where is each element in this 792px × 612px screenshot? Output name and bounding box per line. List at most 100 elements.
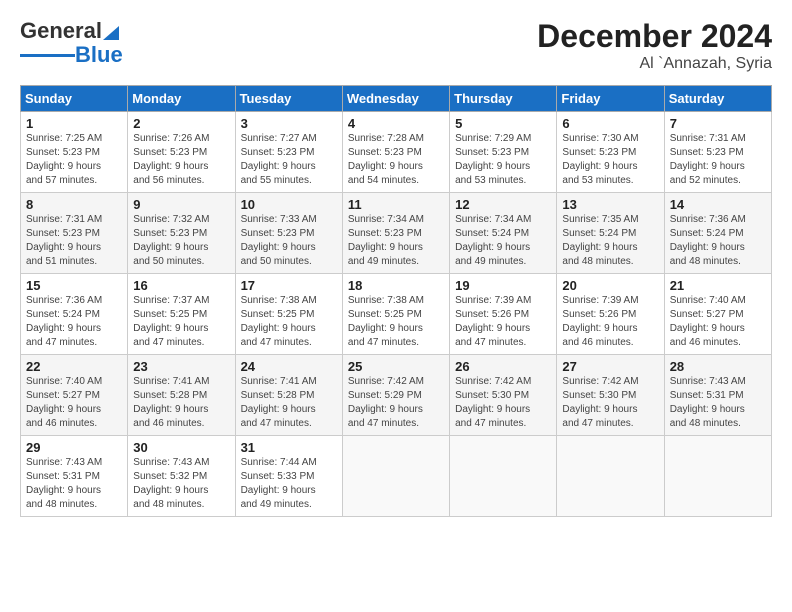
day-info: Sunrise: 7:30 AM Sunset: 5:23 PM Dayligh… bbox=[562, 132, 659, 188]
day-cell: 22Sunrise: 7:40 AM Sunset: 5:27 PM Dayli… bbox=[21, 355, 128, 436]
day-info: Sunrise: 7:33 AM Sunset: 5:23 PM Dayligh… bbox=[241, 213, 338, 269]
day-cell: 21Sunrise: 7:40 AM Sunset: 5:27 PM Dayli… bbox=[664, 274, 771, 355]
day-number: 6 bbox=[562, 116, 659, 131]
day-number: 4 bbox=[348, 116, 445, 131]
day-cell: 31Sunrise: 7:44 AM Sunset: 5:33 PM Dayli… bbox=[235, 436, 342, 517]
day-info: Sunrise: 7:39 AM Sunset: 5:26 PM Dayligh… bbox=[455, 294, 552, 350]
day-info: Sunrise: 7:40 AM Sunset: 5:27 PM Dayligh… bbox=[26, 375, 123, 431]
calendar-title: December 2024 bbox=[537, 18, 772, 55]
day-number: 25 bbox=[348, 359, 445, 374]
day-number: 29 bbox=[26, 440, 123, 455]
day-number: 11 bbox=[348, 197, 445, 212]
day-number: 24 bbox=[241, 359, 338, 374]
day-info: Sunrise: 7:42 AM Sunset: 5:30 PM Dayligh… bbox=[455, 375, 552, 431]
day-cell: 26Sunrise: 7:42 AM Sunset: 5:30 PM Dayli… bbox=[450, 355, 557, 436]
day-cell: 19Sunrise: 7:39 AM Sunset: 5:26 PM Dayli… bbox=[450, 274, 557, 355]
col-monday: Monday bbox=[128, 86, 235, 112]
day-cell: 28Sunrise: 7:43 AM Sunset: 5:31 PM Dayli… bbox=[664, 355, 771, 436]
day-info: Sunrise: 7:41 AM Sunset: 5:28 PM Dayligh… bbox=[133, 375, 230, 431]
day-number: 19 bbox=[455, 278, 552, 293]
col-tuesday: Tuesday bbox=[235, 86, 342, 112]
day-number: 3 bbox=[241, 116, 338, 131]
day-cell: 17Sunrise: 7:38 AM Sunset: 5:25 PM Dayli… bbox=[235, 274, 342, 355]
day-cell: 24Sunrise: 7:41 AM Sunset: 5:28 PM Dayli… bbox=[235, 355, 342, 436]
day-info: Sunrise: 7:36 AM Sunset: 5:24 PM Dayligh… bbox=[26, 294, 123, 350]
day-info: Sunrise: 7:38 AM Sunset: 5:25 PM Dayligh… bbox=[241, 294, 338, 350]
day-number: 9 bbox=[133, 197, 230, 212]
day-cell: 18Sunrise: 7:38 AM Sunset: 5:25 PM Dayli… bbox=[342, 274, 449, 355]
day-cell: 23Sunrise: 7:41 AM Sunset: 5:28 PM Dayli… bbox=[128, 355, 235, 436]
day-number: 5 bbox=[455, 116, 552, 131]
day-info: Sunrise: 7:37 AM Sunset: 5:25 PM Dayligh… bbox=[133, 294, 230, 350]
day-number: 1 bbox=[26, 116, 123, 131]
day-info: Sunrise: 7:36 AM Sunset: 5:24 PM Dayligh… bbox=[670, 213, 767, 269]
day-cell: 15Sunrise: 7:36 AM Sunset: 5:24 PM Dayli… bbox=[21, 274, 128, 355]
day-cell bbox=[557, 436, 664, 517]
week-row-5: 29Sunrise: 7:43 AM Sunset: 5:31 PM Dayli… bbox=[21, 436, 772, 517]
day-cell bbox=[664, 436, 771, 517]
day-cell: 7Sunrise: 7:31 AM Sunset: 5:23 PM Daylig… bbox=[664, 112, 771, 193]
week-row-1: 1Sunrise: 7:25 AM Sunset: 5:23 PM Daylig… bbox=[21, 112, 772, 193]
day-number: 16 bbox=[133, 278, 230, 293]
day-number: 22 bbox=[26, 359, 123, 374]
day-info: Sunrise: 7:25 AM Sunset: 5:23 PM Dayligh… bbox=[26, 132, 123, 188]
day-number: 17 bbox=[241, 278, 338, 293]
day-cell: 25Sunrise: 7:42 AM Sunset: 5:29 PM Dayli… bbox=[342, 355, 449, 436]
calendar-table: Sunday Monday Tuesday Wednesday Thursday… bbox=[20, 85, 772, 517]
day-cell: 30Sunrise: 7:43 AM Sunset: 5:32 PM Dayli… bbox=[128, 436, 235, 517]
day-cell bbox=[450, 436, 557, 517]
logo-blue: Blue bbox=[75, 42, 123, 68]
day-info: Sunrise: 7:42 AM Sunset: 5:29 PM Dayligh… bbox=[348, 375, 445, 431]
day-number: 12 bbox=[455, 197, 552, 212]
col-saturday: Saturday bbox=[664, 86, 771, 112]
day-info: Sunrise: 7:34 AM Sunset: 5:23 PM Dayligh… bbox=[348, 213, 445, 269]
week-row-2: 8Sunrise: 7:31 AM Sunset: 5:23 PM Daylig… bbox=[21, 193, 772, 274]
day-info: Sunrise: 7:35 AM Sunset: 5:24 PM Dayligh… bbox=[562, 213, 659, 269]
day-info: Sunrise: 7:42 AM Sunset: 5:30 PM Dayligh… bbox=[562, 375, 659, 431]
day-info: Sunrise: 7:29 AM Sunset: 5:23 PM Dayligh… bbox=[455, 132, 552, 188]
day-info: Sunrise: 7:27 AM Sunset: 5:23 PM Dayligh… bbox=[241, 132, 338, 188]
day-info: Sunrise: 7:26 AM Sunset: 5:23 PM Dayligh… bbox=[133, 132, 230, 188]
col-friday: Friday bbox=[557, 86, 664, 112]
day-number: 21 bbox=[670, 278, 767, 293]
day-cell: 4Sunrise: 7:28 AM Sunset: 5:23 PM Daylig… bbox=[342, 112, 449, 193]
day-info: Sunrise: 7:44 AM Sunset: 5:33 PM Dayligh… bbox=[241, 456, 338, 512]
day-number: 27 bbox=[562, 359, 659, 374]
day-cell: 13Sunrise: 7:35 AM Sunset: 5:24 PM Dayli… bbox=[557, 193, 664, 274]
day-number: 18 bbox=[348, 278, 445, 293]
day-cell: 27Sunrise: 7:42 AM Sunset: 5:30 PM Dayli… bbox=[557, 355, 664, 436]
header-row: Sunday Monday Tuesday Wednesday Thursday… bbox=[21, 86, 772, 112]
day-number: 15 bbox=[26, 278, 123, 293]
day-info: Sunrise: 7:39 AM Sunset: 5:26 PM Dayligh… bbox=[562, 294, 659, 350]
day-cell: 2Sunrise: 7:26 AM Sunset: 5:23 PM Daylig… bbox=[128, 112, 235, 193]
col-sunday: Sunday bbox=[21, 86, 128, 112]
day-number: 10 bbox=[241, 197, 338, 212]
day-number: 8 bbox=[26, 197, 123, 212]
day-cell: 1Sunrise: 7:25 AM Sunset: 5:23 PM Daylig… bbox=[21, 112, 128, 193]
day-number: 28 bbox=[670, 359, 767, 374]
day-info: Sunrise: 7:31 AM Sunset: 5:23 PM Dayligh… bbox=[670, 132, 767, 188]
day-number: 23 bbox=[133, 359, 230, 374]
day-cell: 9Sunrise: 7:32 AM Sunset: 5:23 PM Daylig… bbox=[128, 193, 235, 274]
day-cell: 20Sunrise: 7:39 AM Sunset: 5:26 PM Dayli… bbox=[557, 274, 664, 355]
day-info: Sunrise: 7:43 AM Sunset: 5:31 PM Dayligh… bbox=[670, 375, 767, 431]
day-info: Sunrise: 7:43 AM Sunset: 5:31 PM Dayligh… bbox=[26, 456, 123, 512]
week-row-4: 22Sunrise: 7:40 AM Sunset: 5:27 PM Dayli… bbox=[21, 355, 772, 436]
day-info: Sunrise: 7:28 AM Sunset: 5:23 PM Dayligh… bbox=[348, 132, 445, 188]
day-info: Sunrise: 7:40 AM Sunset: 5:27 PM Dayligh… bbox=[670, 294, 767, 350]
day-cell: 6Sunrise: 7:30 AM Sunset: 5:23 PM Daylig… bbox=[557, 112, 664, 193]
day-cell: 3Sunrise: 7:27 AM Sunset: 5:23 PM Daylig… bbox=[235, 112, 342, 193]
logo: General Blue bbox=[20, 18, 123, 68]
day-number: 2 bbox=[133, 116, 230, 131]
day-cell: 12Sunrise: 7:34 AM Sunset: 5:24 PM Dayli… bbox=[450, 193, 557, 274]
day-cell: 14Sunrise: 7:36 AM Sunset: 5:24 PM Dayli… bbox=[664, 193, 771, 274]
title-block: December 2024 Al `Annazah, Syria bbox=[537, 18, 772, 73]
day-info: Sunrise: 7:31 AM Sunset: 5:23 PM Dayligh… bbox=[26, 213, 123, 269]
day-number: 31 bbox=[241, 440, 338, 455]
page-container: General Blue December 2024 Al `Annazah, … bbox=[0, 0, 792, 527]
day-number: 14 bbox=[670, 197, 767, 212]
logo-general: General bbox=[20, 18, 102, 44]
day-cell: 10Sunrise: 7:33 AM Sunset: 5:23 PM Dayli… bbox=[235, 193, 342, 274]
day-cell: 8Sunrise: 7:31 AM Sunset: 5:23 PM Daylig… bbox=[21, 193, 128, 274]
day-cell: 16Sunrise: 7:37 AM Sunset: 5:25 PM Dayli… bbox=[128, 274, 235, 355]
